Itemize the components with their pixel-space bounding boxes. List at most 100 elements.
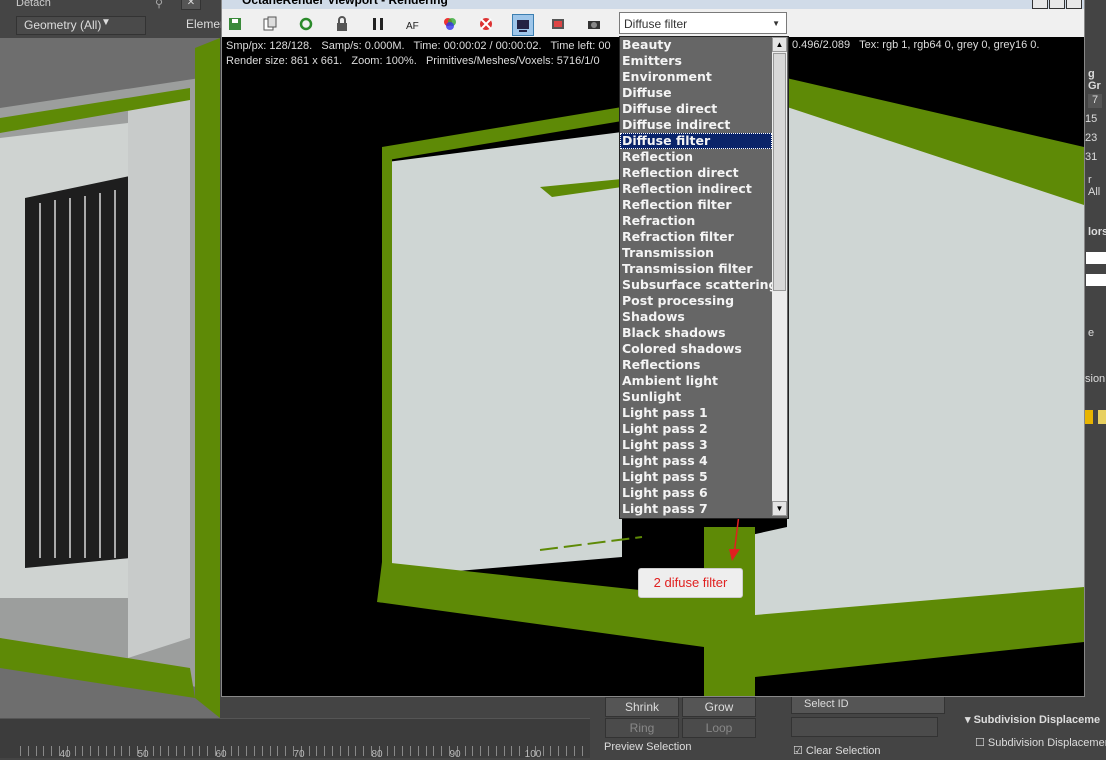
film-icon[interactable] xyxy=(548,14,568,34)
max-perspective-viewport[interactable] xyxy=(0,38,220,718)
viewport-icon[interactable] xyxy=(512,14,534,36)
render-pass-option[interactable]: Reflections xyxy=(620,357,772,373)
timeline-tick xyxy=(410,746,411,756)
maximize-icon[interactable] xyxy=(1049,0,1065,9)
subdivision-displacement-checkbox[interactable]: ☐ Subdivision Displacemen xyxy=(975,736,1106,749)
color-swatch[interactable] xyxy=(1085,410,1093,424)
timeline-tick xyxy=(464,746,466,756)
timeline-tick xyxy=(168,746,170,756)
timeline-tick xyxy=(238,746,240,756)
timeline-tick xyxy=(246,746,248,756)
timeline-tick xyxy=(550,746,552,756)
copy-icon[interactable] xyxy=(260,14,280,34)
render-pass-dropdown-list[interactable]: Beauty Emitters Environment Diffuse Diffuse … xyxy=(619,36,789,519)
camera-icon[interactable] xyxy=(584,14,604,34)
timeline-tick xyxy=(441,746,443,756)
select-id-button[interactable]: Select ID xyxy=(791,694,945,714)
render-pass-option[interactable]: Reflection indirect xyxy=(620,181,772,197)
timeline-tick xyxy=(386,746,388,756)
close-icon[interactable] xyxy=(1066,0,1082,9)
time-slider[interactable]: 40 50 60 70 80 90 100 xyxy=(0,718,590,760)
save-render-icon[interactable] xyxy=(225,14,245,34)
render-pass-option[interactable]: Light pass 1 xyxy=(620,405,772,421)
render-pass-option[interactable]: Reflection xyxy=(620,149,772,165)
dropdown-scrollbar[interactable]: ▲ ▼ xyxy=(772,37,787,516)
render-pass-option[interactable]: Colored shadows xyxy=(620,341,772,357)
panel-button[interactable]: r All xyxy=(1088,174,1106,198)
pin-icon[interactable]: ⚲ xyxy=(155,0,163,10)
scroll-up-icon[interactable]: ▲ xyxy=(772,37,787,52)
ring-button[interactable]: Ring xyxy=(605,718,679,738)
pause-icon[interactable] xyxy=(368,14,388,34)
render-pass-option[interactable]: Light pass 7 xyxy=(620,501,772,516)
render-pass-option[interactable]: Light pass 6 xyxy=(620,485,772,501)
lock-icon[interactable] xyxy=(332,14,352,34)
timeline-tick xyxy=(129,746,131,756)
render-pass-option[interactable]: Beauty xyxy=(620,37,772,53)
panel-num[interactable]: 7 xyxy=(1088,94,1102,108)
color-swatch[interactable] xyxy=(1098,410,1106,424)
render-pass-option[interactable]: Diffuse filter xyxy=(620,133,772,149)
render-pass-option[interactable]: Refraction filter xyxy=(620,229,772,245)
render-pass-option[interactable]: Diffuse indirect xyxy=(620,117,772,133)
render-pass-option[interactable]: Shadows xyxy=(620,309,772,325)
subdivision-displacement-label: Subdivision Displacemen xyxy=(987,737,1106,749)
timeline-tick xyxy=(105,746,107,756)
panel-num[interactable]: 23 xyxy=(1085,132,1097,144)
render-pass-option[interactable]: Transmission xyxy=(620,245,772,261)
timeline-tick xyxy=(394,746,396,756)
loop-button[interactable]: Loop xyxy=(682,718,756,738)
render-pass-option[interactable]: Reflection filter xyxy=(620,197,772,213)
panel-text: sion xyxy=(1085,373,1106,385)
render-pass-option[interactable]: Reflection direct xyxy=(620,165,772,181)
timeline-tick xyxy=(98,746,99,756)
render-pass-options: Beauty Emitters Environment Diffuse Diffuse … xyxy=(620,37,772,516)
shrink-button[interactable]: Shrink xyxy=(605,697,679,717)
render-pass-option[interactable]: Light pass 5 xyxy=(620,469,772,485)
render-pass-option[interactable]: Subsurface scattering xyxy=(620,277,772,293)
timeline-tick xyxy=(363,746,365,756)
autofocus-icon[interactable]: AF xyxy=(404,14,424,34)
timeline-label: 40 xyxy=(59,749,71,760)
region-icon[interactable] xyxy=(476,14,496,34)
minimize-icon[interactable] xyxy=(1032,0,1048,9)
detach-label[interactable]: Detach xyxy=(16,0,51,9)
timeline-tick xyxy=(402,746,404,756)
panel-num[interactable]: 15 xyxy=(1085,113,1097,125)
render-pass-option[interactable]: Emitters xyxy=(620,53,772,69)
stats-line-1: Smp/px: 128/128. Samp/s: 0.000M. Time: 0… xyxy=(226,40,611,52)
render-pass-option[interactable]: Post processing xyxy=(620,293,772,309)
scroll-down-icon[interactable]: ▼ xyxy=(772,501,787,516)
id-dropdown[interactable] xyxy=(791,717,938,737)
render-pass-option[interactable]: Diffuse direct xyxy=(620,101,772,117)
refresh-icon[interactable] xyxy=(296,14,316,34)
grow-button[interactable]: Grow xyxy=(682,697,756,717)
timeline-tick xyxy=(324,746,326,756)
close-icon[interactable]: ✕ xyxy=(181,0,201,10)
render-pass-option[interactable]: Light pass 3 xyxy=(620,437,772,453)
render-pass-option[interactable]: Ambient light xyxy=(620,373,772,389)
render-pass-select[interactable]: Diffuse filter ▼ xyxy=(619,12,787,34)
render-pass-option[interactable]: Refraction xyxy=(620,213,772,229)
scrollbar-thumb[interactable] xyxy=(773,53,786,291)
render-pass-option[interactable]: Diffuse xyxy=(620,85,772,101)
render-pass-option[interactable]: Sunlight xyxy=(620,389,772,405)
color-icon[interactable] xyxy=(440,14,460,34)
render-pass-option[interactable]: Black shadows xyxy=(620,325,772,341)
timeline-tick xyxy=(176,746,177,756)
render-pass-option[interactable]: Light pass 4 xyxy=(620,453,772,469)
color-swatch[interactable] xyxy=(1086,252,1106,264)
chevron-down-icon[interactable]: ▼ xyxy=(772,13,780,35)
clear-selection-checkbox[interactable]: ☑ Clear Selection xyxy=(793,744,881,757)
timeline-tick xyxy=(261,746,263,756)
timeline-tick xyxy=(207,746,209,756)
render-pass-option[interactable]: Environment xyxy=(620,69,772,85)
color-swatch[interactable] xyxy=(1086,274,1106,286)
geometry-dropdown[interactable]: Geometry (All) ▼ xyxy=(16,16,146,35)
container-view-left xyxy=(0,38,220,718)
subdivision-displacement-header[interactable]: ▾ Subdivision Displaceme xyxy=(965,713,1100,726)
render-pass-option[interactable]: Transmission filter xyxy=(620,261,772,277)
panel-num[interactable]: 31 xyxy=(1085,151,1097,163)
render-pass-option[interactable]: Light pass 2 xyxy=(620,421,772,437)
timeline-tick xyxy=(285,746,287,756)
